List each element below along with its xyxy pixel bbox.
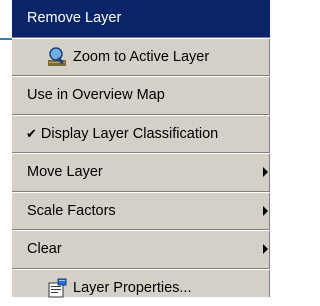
- menu-item-clear[interactable]: Clear: [12, 231, 270, 268]
- menu-item-label: Move Layer: [27, 164, 103, 180]
- submenu-arrow-icon: [263, 206, 268, 216]
- menu-item-label: Layer Properties...: [73, 280, 191, 296]
- checkmark-icon: ✔: [26, 126, 37, 142]
- menu-item-layer-properties[interactable]: Layer Properties...: [12, 270, 270, 306]
- properties-icon: [46, 277, 68, 299]
- submenu-arrow-icon: [263, 244, 268, 254]
- menu-item-zoom-to-active-layer[interactable]: Zoom to Active Layer: [12, 39, 270, 76]
- menu-item-label: Zoom to Active Layer: [73, 49, 209, 65]
- menu-item-label: Scale Factors: [27, 203, 116, 219]
- menu-item-label: Remove Layer: [27, 10, 121, 26]
- menu-item-use-in-overview-map[interactable]: Use in Overview Map: [12, 77, 270, 114]
- context-menu: Remove Layer Zoom to Active Layer Use in…: [12, 0, 270, 297]
- menu-item-display-layer-classification[interactable]: ✔Display Layer Classification: [12, 116, 270, 153]
- menu-item-label: Use in Overview Map: [27, 87, 165, 103]
- menu-item-move-layer[interactable]: Move Layer: [12, 154, 270, 191]
- menu-item-remove-layer[interactable]: Remove Layer: [12, 0, 270, 37]
- menu-item-label: Clear: [27, 241, 62, 257]
- menu-item-label: Display Layer Classification: [41, 126, 218, 142]
- menu-item-scale-factors[interactable]: Scale Factors: [12, 193, 270, 230]
- submenu-arrow-icon: [263, 167, 268, 177]
- magnifier-icon: [46, 46, 68, 68]
